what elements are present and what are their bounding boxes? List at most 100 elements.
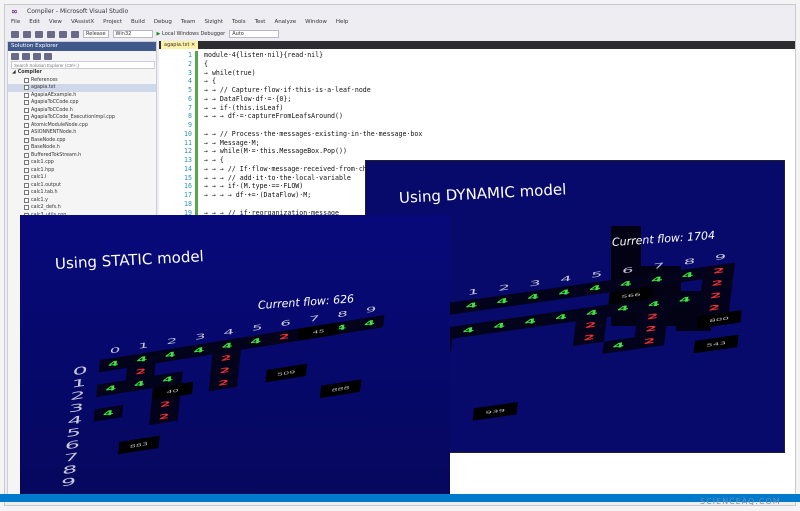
menu-item-tools[interactable]: Tools — [232, 19, 246, 28]
code-text: → → Message·M; — [204, 138, 260, 147]
configuration-select[interactable]: Release — [83, 30, 109, 38]
file-name: calc1.y — [31, 197, 48, 203]
close-icon[interactable]: ✕ — [191, 42, 195, 48]
file-name: ASIONNENTNode.h — [31, 130, 77, 136]
new-project-icon[interactable] — [35, 30, 43, 38]
grid-plane: 0011223344556677889944444424442222444222… — [60, 305, 385, 489]
menu-item-test[interactable]: Test — [255, 19, 266, 28]
expand-icon: ◢ — [12, 70, 16, 76]
file-icon — [24, 92, 29, 98]
solution-file-item[interactable]: BaseNode.cpp — [8, 137, 156, 145]
view-title: Using DYNAMIC model — [398, 180, 567, 207]
code-text: → → → if·(M.type·==·FLOW) — [204, 182, 304, 191]
code-text: → → → df·=·captureFromLeafsAround() — [204, 112, 343, 121]
solution-file-item[interactable]: AtomicModuleNode.cpp — [8, 122, 156, 130]
tab-strip: agapia.txt ✕ — [159, 41, 795, 49]
solution-file-item[interactable]: BaseNode.h — [8, 144, 156, 152]
code-text: → → → → df·+=·(DataFlow)·M; — [204, 191, 312, 199]
code-text: → → DataFlow·df·=·{0}; — [204, 94, 292, 103]
solution-file-item[interactable]: References — [8, 77, 156, 85]
change-marker — [195, 121, 198, 130]
change-marker — [195, 156, 198, 165]
menu-item-window[interactable]: Window — [305, 19, 327, 28]
line-number: 11 — [184, 138, 192, 147]
solution-file-item[interactable]: AgapiaToCCode_ExecutionImpl.cpp — [8, 114, 156, 122]
current-flow: Current flow: 626 — [257, 292, 355, 312]
file-icon — [24, 77, 29, 83]
grid-cell: 4 — [548, 284, 581, 301]
file-icon — [24, 152, 29, 158]
grid-cell: 4 — [240, 332, 271, 350]
file-icon — [24, 205, 29, 211]
code-text: → while(true) — [204, 68, 256, 77]
code-line: 5 → → // Capture·flow·if·this·is·a·leaf·n… — [159, 86, 795, 95]
code-text: → → while(M·=·this.MessageBox.Pop()) — [204, 147, 347, 156]
solution-file-item[interactable]: calc1.hpp — [8, 167, 156, 175]
code-line: 8 → → → df·=·captureFromLeafsAround() — [159, 112, 795, 121]
open-icon[interactable] — [47, 30, 55, 38]
file-name: References — [31, 77, 58, 83]
solution-search-input[interactable] — [11, 61, 155, 69]
menu-item-sizight[interactable]: Sizight — [204, 19, 223, 28]
code-line: 6 → → DataFlow·df·=·{0}; — [159, 94, 795, 104]
file-name: calc1.hpp — [31, 167, 55, 173]
solution-explorer-toolbar — [8, 51, 156, 61]
grid-cell: 4 — [578, 279, 612, 297]
menu-item-analyze[interactable]: Analyze — [274, 19, 296, 28]
grid-cell: 4 — [668, 291, 702, 309]
debugger-mode-select[interactable]: Auto — [229, 30, 280, 38]
code-text: → → // Capture·flow·if·this·is·a·leaf·no… — [204, 86, 371, 94]
solution-file-item[interactable]: calc2_defs.h — [8, 204, 156, 212]
node-value-label: 509 — [265, 363, 308, 383]
menu-item-help[interactable]: Help — [336, 19, 349, 28]
refresh-icon[interactable] — [22, 52, 30, 60]
properties-icon[interactable] — [44, 52, 52, 60]
file-name: AgapiaAExample.h — [31, 92, 77, 98]
start-debugging-button[interactable]: ▶ Local Windows Debugger — [157, 31, 226, 37]
solution-file-item[interactable]: calc1.l — [8, 174, 156, 182]
platform-select[interactable]: Win32 — [112, 30, 153, 38]
solution-file-item[interactable]: agapia.txt — [8, 84, 156, 92]
menu-item-file[interactable]: File — [11, 19, 20, 28]
tab-agapia-txt[interactable]: agapia.txt ✕ — [161, 41, 199, 49]
code-line: 1 module·4{listen·nil}{read·nil} — [159, 51, 795, 60]
file-icon — [24, 137, 29, 143]
line-number: 1 — [188, 51, 192, 59]
project-node[interactable]: ◢ Compiler — [8, 69, 156, 77]
solution-file-item[interactable]: calc1.tab.h — [8, 189, 156, 197]
solution-file-item[interactable]: AgapiaToCCode.cpp — [8, 99, 156, 107]
solution-file-item[interactable]: calc1.y — [8, 197, 156, 205]
line-number: 7 — [188, 103, 192, 112]
grid-cell: 4 — [486, 292, 519, 310]
menu-item-team[interactable]: Team — [181, 19, 196, 28]
solution-file-item[interactable]: AgapiaToCCode.h — [8, 107, 156, 115]
menu-item-view[interactable]: View — [49, 19, 62, 28]
change-marker — [195, 59, 198, 69]
solution-file-item[interactable]: calc1.output — [8, 182, 156, 190]
change-marker — [195, 112, 198, 121]
save-icon[interactable] — [59, 30, 67, 38]
solution-file-item[interactable]: calc1.cpp — [8, 159, 156, 167]
grid-cell: 4 — [455, 297, 488, 314]
change-marker — [195, 129, 198, 139]
line-number: 16 — [184, 182, 192, 191]
back-icon[interactable] — [11, 30, 19, 38]
solution-file-item[interactable]: AgapiaAExample.h — [8, 92, 156, 100]
home-icon[interactable] — [11, 52, 19, 60]
file-name: calc1.cpp — [31, 160, 54, 166]
undo-icon[interactable] — [71, 30, 79, 38]
static-model-view: Using STATIC model Current flow: 626 001… — [20, 215, 450, 495]
solution-file-item[interactable]: ASIONNENTNode.h — [8, 129, 156, 137]
node-value-label: 883 — [118, 435, 160, 455]
menu-item-build[interactable]: Build — [131, 19, 145, 28]
collapse-icon[interactable] — [33, 52, 41, 60]
forward-icon[interactable] — [23, 30, 31, 38]
file-icon — [24, 130, 29, 136]
file-name: calc1.l — [31, 175, 47, 181]
menu-item-debug[interactable]: Debug — [154, 19, 172, 28]
menu-item-vassistx[interactable]: VAssistX — [71, 19, 94, 28]
menu-item-project[interactable]: Project — [103, 19, 122, 28]
solution-file-item[interactable]: BufferedTokStream.h — [8, 152, 156, 160]
grid-cell: 4 — [93, 404, 124, 422]
menu-item-edit[interactable]: Edit — [29, 19, 40, 28]
